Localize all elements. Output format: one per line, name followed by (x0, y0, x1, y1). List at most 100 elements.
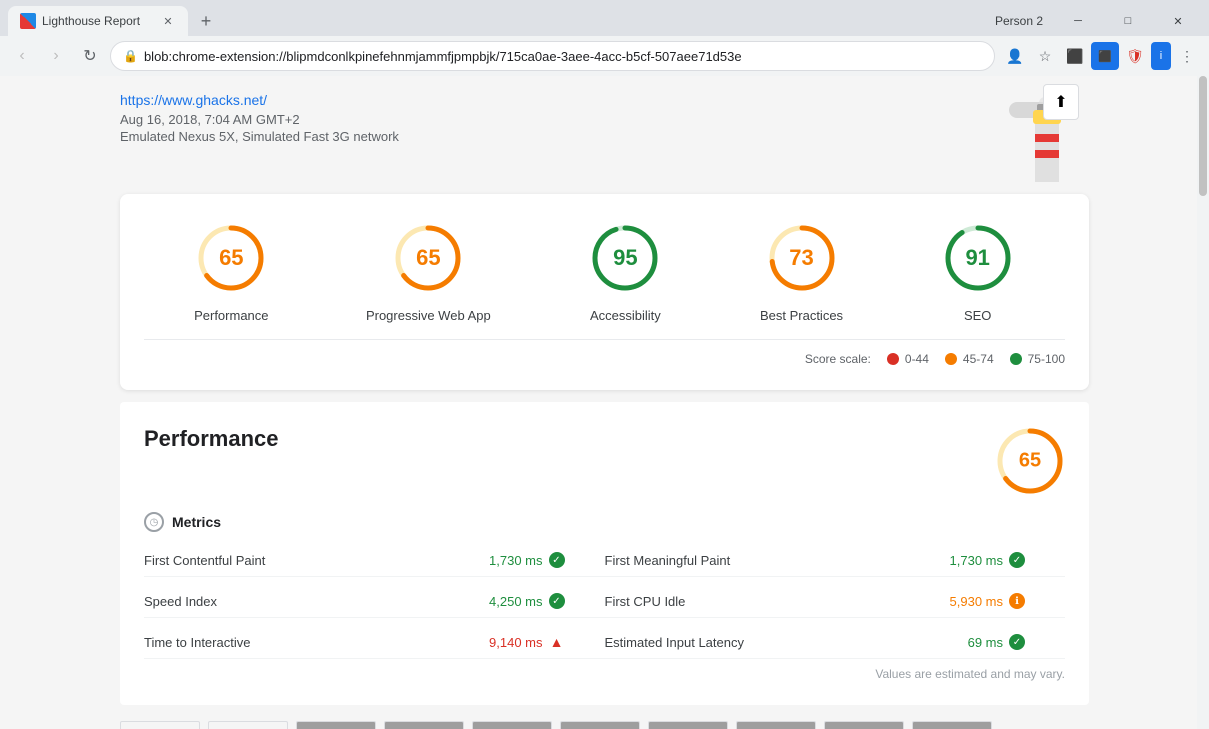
metric-ms: 5,930 ms (950, 594, 1003, 609)
maximize-button[interactable]: □ (1105, 5, 1151, 37)
metric-name: First CPU Idle (605, 594, 686, 609)
metric-status-icon: ℹ (1009, 593, 1025, 609)
new-tab-button[interactable]: + (192, 7, 220, 35)
score-item-pwa: 65 Progressive Web App (366, 218, 491, 323)
performance-title: Performance (144, 426, 279, 452)
score-number-seo: 91 (965, 245, 989, 271)
back-button[interactable]: ‹ (8, 42, 36, 70)
thumbnail (560, 721, 640, 729)
score-label-seo: SEO (964, 308, 991, 323)
score-label-pwa: Progressive Web App (366, 308, 491, 323)
address-bar[interactable]: 🔒 blob:chrome-extension://blipmdconlkpin… (110, 41, 995, 71)
metric-value: 1,730 ms ✓ (950, 552, 1025, 568)
metric-ms: 1,730 ms (489, 553, 542, 568)
metric-status-icon: ✓ (1009, 634, 1025, 650)
close-button[interactable]: ✕ (1155, 5, 1201, 37)
performance-score-number: 65 (1019, 450, 1041, 473)
share-icon: ⬆ (1054, 92, 1067, 112)
metrics-title: Metrics (172, 514, 221, 530)
metric-ms: 69 ms (968, 635, 1003, 650)
scores-card: 65 Performance 65 Progressive Web App 95… (120, 194, 1089, 390)
metric-row: First CPU Idle 5,930 ms ℹ (605, 585, 1066, 618)
tab-title: Lighthouse Report (42, 14, 154, 28)
share-button[interactable]: ⬆ (1043, 84, 1079, 120)
extension-icon-4[interactable]: i (1151, 42, 1171, 70)
forward-button[interactable]: › (42, 42, 70, 70)
score-number-best_practices: 73 (789, 245, 813, 271)
tab-close-button[interactable]: ✕ (160, 13, 176, 29)
scrollbar-thumb[interactable] (1199, 76, 1207, 196)
performance-score-circle: 65 (995, 426, 1065, 496)
thumbnails-row (120, 721, 1089, 729)
metric-value: 5,930 ms ℹ (950, 593, 1025, 609)
metric-value: 9,140 ms ▲ (489, 634, 564, 650)
user-name: Person 2 (995, 14, 1043, 28)
score-item-accessibility: 95 Accessibility (585, 218, 665, 323)
thumbnail (384, 721, 464, 729)
metrics-header: ◷ Metrics (144, 512, 1065, 532)
active-tab[interactable]: Lighthouse Report ✕ (8, 6, 188, 36)
address-text: blob:chrome-extension://blipmdconlkpinef… (144, 49, 982, 64)
scale-dot-green (1010, 353, 1022, 365)
metric-status-icon: ✓ (1009, 552, 1025, 568)
metric-row: Speed Index 4,250 ms ✓ (144, 585, 605, 618)
extension-icon-3[interactable]: 🛡 (1121, 42, 1149, 70)
thumbnail (912, 721, 992, 729)
scale-dot-orange (945, 353, 957, 365)
score-number-performance: 65 (219, 245, 243, 271)
score-number-pwa: 65 (416, 245, 440, 271)
metric-ms: 9,140 ms (489, 635, 542, 650)
thumbnail (472, 721, 552, 729)
score-label-accessibility: Accessibility (590, 308, 661, 323)
bookmark-icon[interactable]: ☆ (1031, 42, 1059, 70)
score-scale: Score scale: 0-44 45-74 75-100 (144, 339, 1065, 366)
tab-favicon (20, 13, 36, 29)
metric-row: Time to Interactive 9,140 ms ▲ (144, 626, 605, 659)
menu-button[interactable]: ⋮ (1173, 42, 1201, 70)
scale-label: Score scale: (805, 352, 871, 366)
thumbnail (208, 721, 288, 729)
title-bar: Lighthouse Report ✕ + Person 2 ─ □ ✕ (0, 0, 1209, 36)
scale-range-red: 0-44 (905, 352, 929, 366)
minimize-button[interactable]: ─ (1055, 5, 1101, 37)
score-item-best_practices: 73 Best Practices (760, 218, 843, 323)
performance-section: Performance 65 ◷ Metrics First Contentfu… (120, 402, 1089, 705)
browser-chrome: Lighthouse Report ✕ + Person 2 ─ □ ✕ ‹ ›… (0, 0, 1209, 76)
report-header: https://www.ghacks.net/ Aug 16, 2018, 7:… (0, 76, 1209, 182)
score-circle-seo: 91 (938, 218, 1018, 298)
thumbnail (648, 721, 728, 729)
toolbar-actions: 👤 ☆ ⬛ ⬛ 🛡 i ⋮ (1001, 42, 1201, 70)
metric-value: 1,730 ms ✓ (489, 552, 564, 568)
metric-status-icon: ▲ (549, 634, 565, 650)
scale-green: 75-100 (1010, 352, 1065, 366)
site-url-link[interactable]: https://www.ghacks.net/ (120, 92, 267, 108)
metric-name: Speed Index (144, 594, 217, 609)
scale-range-orange: 45-74 (963, 352, 994, 366)
metric-status-icon: ✓ (549, 593, 565, 609)
metric-ms: 4,250 ms (489, 594, 542, 609)
scrollbar-track[interactable] (1197, 76, 1209, 729)
scale-dot-red (887, 353, 899, 365)
refresh-button[interactable]: ↻ (76, 42, 104, 70)
metric-row: Estimated Input Latency 69 ms ✓ (605, 626, 1066, 659)
performance-header: Performance 65 (144, 426, 1065, 496)
report-device: Emulated Nexus 5X, Simulated Fast 3G net… (120, 129, 399, 144)
metric-value: 69 ms ✓ (968, 634, 1025, 650)
values-note: Values are estimated and may vary. (144, 667, 1065, 681)
thumbnail (296, 721, 376, 729)
metric-row: First Contentful Paint 1,730 ms ✓ (144, 544, 605, 577)
metric-ms: 1,730 ms (950, 553, 1003, 568)
account-icon[interactable]: 👤 (1001, 42, 1029, 70)
metrics-grid: First Contentful Paint 1,730 ms ✓ First … (144, 544, 1065, 659)
score-item-seo: 91 SEO (938, 218, 1018, 323)
extension-icon-1[interactable]: ⬛ (1061, 42, 1089, 70)
score-circle-performance: 65 (191, 218, 271, 298)
score-label-performance: Performance (194, 308, 268, 323)
score-circle-pwa: 65 (388, 218, 468, 298)
scale-orange: 45-74 (945, 352, 994, 366)
report-meta: https://www.ghacks.net/ Aug 16, 2018, 7:… (120, 92, 399, 144)
scale-red: 0-44 (887, 352, 929, 366)
metric-value: 4,250 ms ✓ (489, 593, 564, 609)
extension-icon-2[interactable]: ⬛ (1091, 42, 1119, 70)
score-number-accessibility: 95 (613, 245, 637, 271)
